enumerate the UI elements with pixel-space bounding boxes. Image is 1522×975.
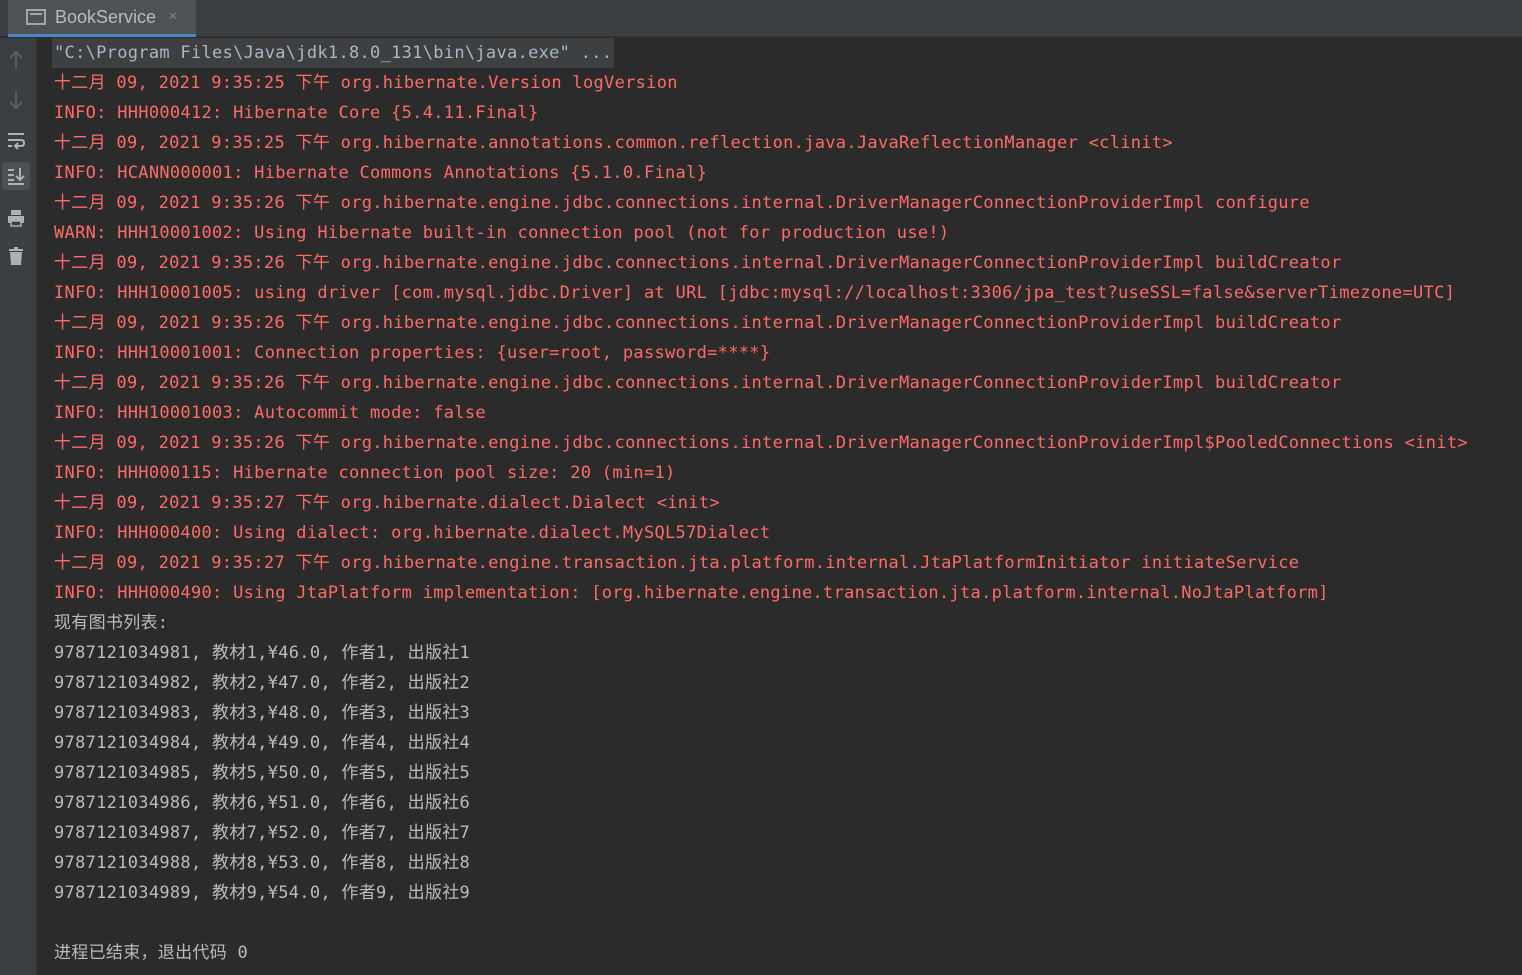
log-line: INFO: HHH10001003: Autocommit mode: fals… <box>54 403 486 423</box>
book-line: 9787121034988, 教材8,¥53.0, 作者8, 出版社8 <box>54 853 471 873</box>
book-line: 9787121034981, 教材1,¥46.0, 作者1, 出版社1 <box>54 643 471 663</box>
java-command-line: "C:\Program Files\Java\jdk1.8.0_131\bin\… <box>52 38 615 68</box>
book-line: 9787121034984, 教材4,¥49.0, 作者4, 出版社4 <box>54 733 471 753</box>
soft-wrap-icon[interactable] <box>2 126 30 154</box>
log-line: 十二月 09, 2021 9:35:26 下午 org.hibernate.en… <box>54 433 1468 453</box>
console-window-icon <box>26 9 46 25</box>
log-line: INFO: HHH000115: Hibernate connection po… <box>54 463 676 483</box>
book-line: 9787121034987, 教材7,¥52.0, 作者7, 出版社7 <box>54 823 471 843</box>
log-line: INFO: HHH000400: Using dialect: org.hibe… <box>54 523 771 543</box>
log-line: 十二月 09, 2021 9:35:27 下午 org.hibernate.di… <box>54 493 720 513</box>
book-line: 9787121034982, 教材2,¥47.0, 作者2, 出版社2 <box>54 673 471 693</box>
log-line: INFO: HHH10001001: Connection properties… <box>54 343 771 363</box>
books-header: 现有图书列表: <box>54 613 169 633</box>
book-line: 9787121034986, 教材6,¥51.0, 作者6, 出版社6 <box>54 793 471 813</box>
tab-bookservice[interactable]: BookService × <box>8 0 196 37</box>
book-line: 9787121034983, 教材3,¥48.0, 作者3, 出版社3 <box>54 703 471 723</box>
console-toolbar <box>0 38 37 975</box>
log-line: WARN: HHH10001002: Using Hibernate built… <box>54 223 950 243</box>
trash-icon[interactable] <box>2 242 30 270</box>
arrow-up-icon[interactable] <box>2 46 30 74</box>
log-line: 十二月 09, 2021 9:35:26 下午 org.hibernate.en… <box>54 253 1342 273</box>
log-line: 十二月 09, 2021 9:35:27 下午 org.hibernate.en… <box>54 553 1300 573</box>
tab-title: BookService <box>55 6 157 27</box>
log-line: 十二月 09, 2021 9:35:26 下午 org.hibernate.en… <box>54 193 1310 213</box>
book-line: 9787121034989, 教材9,¥54.0, 作者9, 出版社9 <box>54 883 471 903</box>
run-tab-bar: BookService × <box>0 0 1522 37</box>
exit-message: 进程已结束，退出代码 0 <box>54 943 249 963</box>
log-line: INFO: HCANN000001: Hibernate Commons Ann… <box>54 163 708 183</box>
scroll-to-end-icon[interactable] <box>2 162 30 190</box>
log-line: INFO: HHH000412: Hibernate Core {5.4.11.… <box>54 103 539 123</box>
arrow-down-icon[interactable] <box>2 86 30 114</box>
log-line: 十二月 09, 2021 9:35:25 下午 org.hibernate.Ve… <box>54 73 678 93</box>
console-output[interactable]: "C:\Program Files\Java\jdk1.8.0_131\bin\… <box>37 38 1522 975</box>
log-line: 十二月 09, 2021 9:35:26 下午 org.hibernate.en… <box>54 313 1342 333</box>
log-line: INFO: HHH10001005: using driver [com.mys… <box>54 283 1456 303</box>
log-line: 十二月 09, 2021 9:35:25 下午 org.hibernate.an… <box>54 133 1173 153</box>
print-icon[interactable] <box>2 204 30 232</box>
close-icon[interactable]: × <box>168 8 177 26</box>
book-line: 9787121034985, 教材5,¥50.0, 作者5, 出版社5 <box>54 763 471 783</box>
log-line: 十二月 09, 2021 9:35:26 下午 org.hibernate.en… <box>54 373 1342 393</box>
run-console-window: BookService × "C:\Program Files\Java\jdk… <box>0 0 1522 975</box>
log-line: INFO: HHH000490: Using JtaPlatform imple… <box>54 583 1329 603</box>
